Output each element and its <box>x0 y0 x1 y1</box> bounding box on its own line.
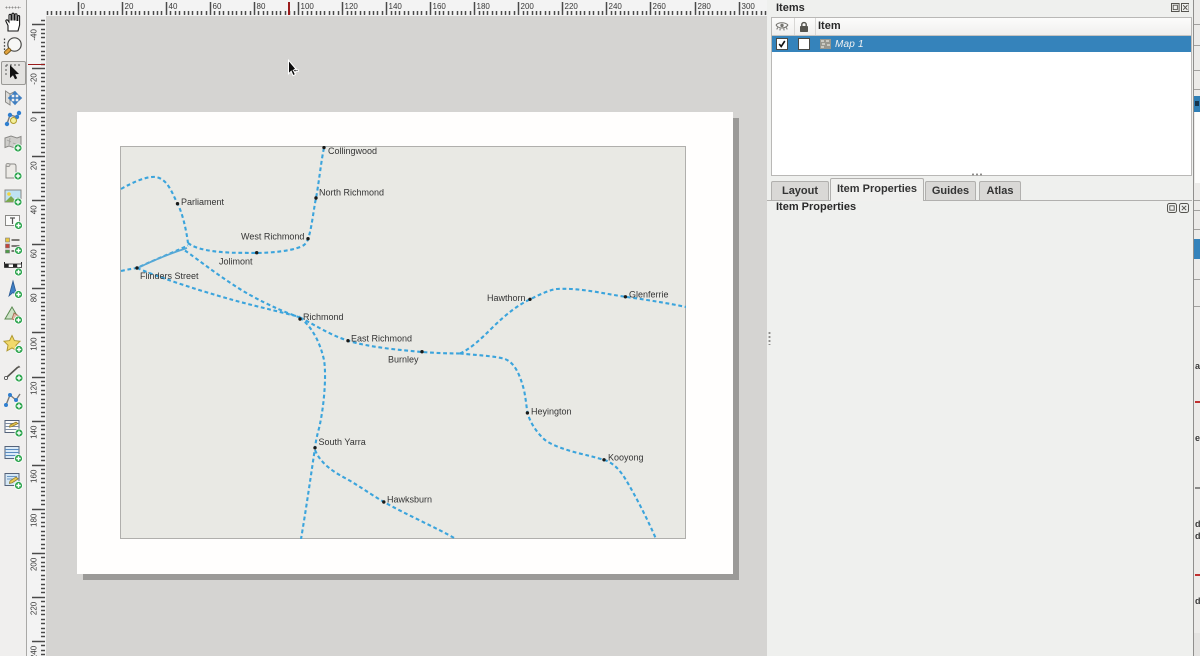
svg-text:240: 240 <box>609 2 623 11</box>
svg-text:Parliament: Parliament <box>181 197 225 207</box>
svg-text:40: 40 <box>169 2 178 11</box>
svg-text:260: 260 <box>653 2 667 11</box>
svg-text:Hawthorn: Hawthorn <box>487 293 526 303</box>
svg-text:Kooyong: Kooyong <box>608 453 644 463</box>
svg-text:Hawksburn: Hawksburn <box>387 495 432 505</box>
svg-text:0: 0 <box>30 117 39 122</box>
svg-text:280: 280 <box>698 2 712 11</box>
svg-text:South Yarra: South Yarra <box>319 437 366 447</box>
svg-text:160: 160 <box>30 469 39 483</box>
svg-text:200: 200 <box>521 2 535 11</box>
svg-text:100: 100 <box>301 2 315 11</box>
svg-text:-40: -40 <box>30 29 39 41</box>
svg-text:180: 180 <box>477 2 491 11</box>
svg-text:North Richmond: North Richmond <box>319 188 384 198</box>
svg-text:220: 220 <box>565 2 579 11</box>
svg-text:West Richmond: West Richmond <box>241 232 304 242</box>
svg-text:80: 80 <box>30 293 39 302</box>
svg-text:60: 60 <box>213 2 222 11</box>
svg-text:140: 140 <box>389 2 403 11</box>
svg-text:140: 140 <box>30 425 39 439</box>
svg-text:Collingwood: Collingwood <box>328 146 377 156</box>
svg-text:180: 180 <box>30 513 39 527</box>
svg-text:20: 20 <box>125 2 134 11</box>
svg-text:220: 220 <box>30 601 39 615</box>
svg-text:100: 100 <box>30 337 39 351</box>
svg-text:Glenferrie: Glenferrie <box>629 290 669 300</box>
svg-text:Burnley: Burnley <box>388 355 419 365</box>
svg-text:Jolimont: Jolimont <box>219 257 253 267</box>
svg-text:120: 120 <box>345 2 359 11</box>
svg-text:-20: -20 <box>30 73 39 85</box>
svg-text:60: 60 <box>30 249 39 258</box>
svg-text:0: 0 <box>81 2 86 11</box>
svg-text:Richmond: Richmond <box>303 312 344 322</box>
svg-text:East Richmond: East Richmond <box>351 334 412 344</box>
svg-text:Heyington: Heyington <box>531 407 572 417</box>
svg-text:20: 20 <box>30 161 39 170</box>
svg-text:Flinders Street: Flinders Street <box>140 271 199 281</box>
svg-text:240: 240 <box>30 645 39 656</box>
svg-text:80: 80 <box>257 2 266 11</box>
svg-text:120: 120 <box>30 381 39 395</box>
svg-text:40: 40 <box>30 205 39 214</box>
svg-text:200: 200 <box>30 557 39 571</box>
svg-text:300: 300 <box>742 2 756 11</box>
svg-text:160: 160 <box>433 2 447 11</box>
